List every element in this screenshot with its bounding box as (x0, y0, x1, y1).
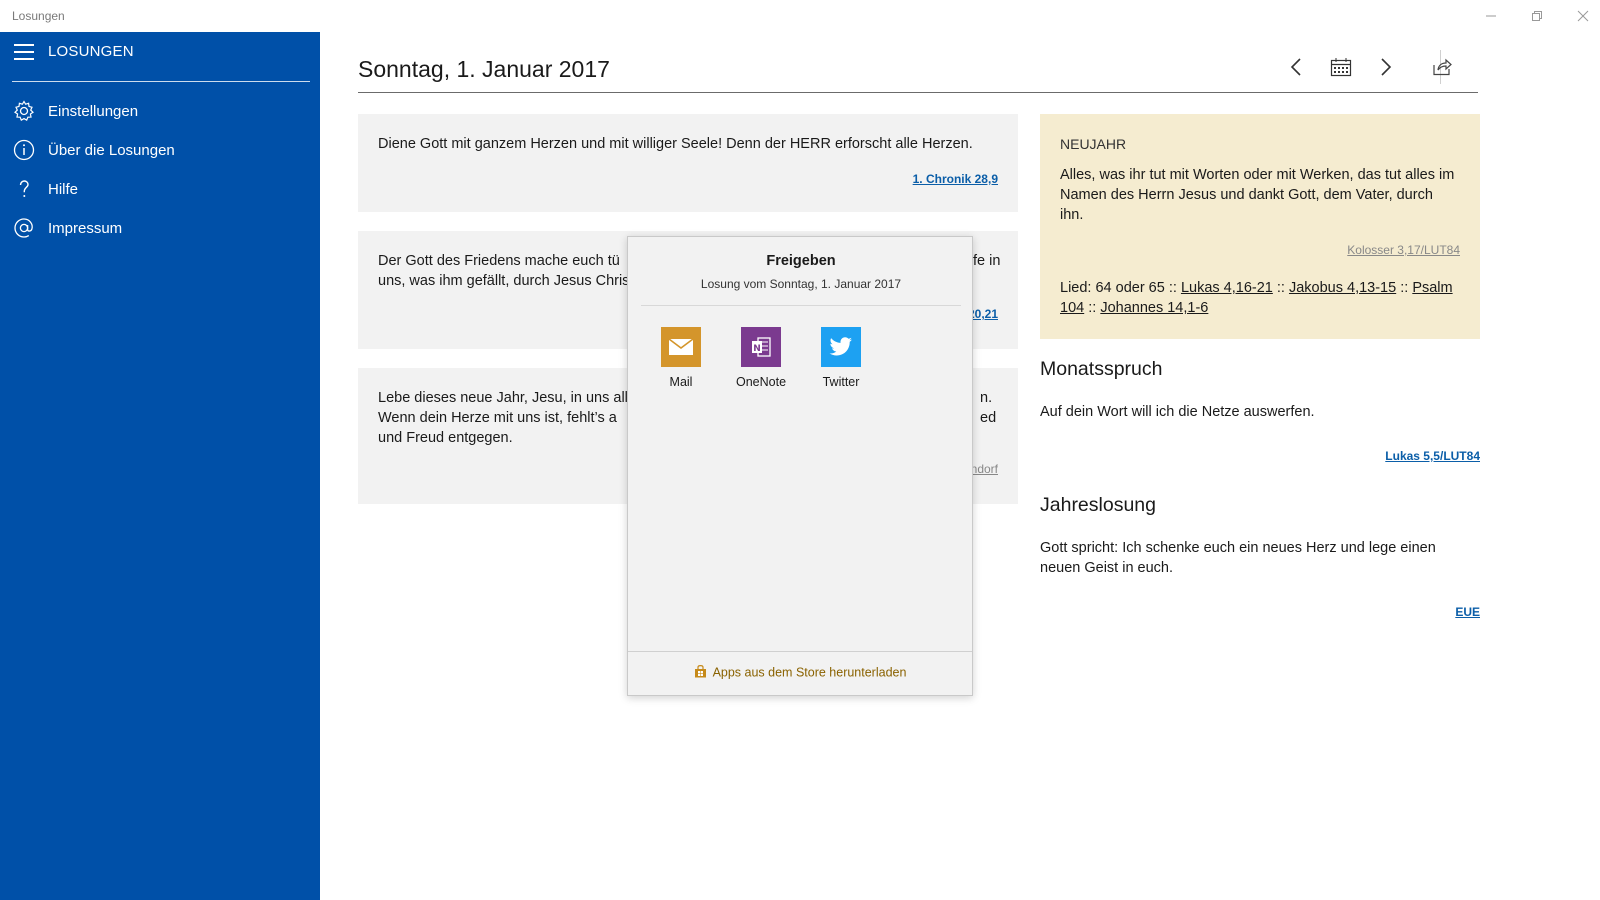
share-divider (641, 305, 961, 306)
chevron-left-icon (1290, 58, 1301, 76)
sidebar-item-ueber[interactable]: Über die Losungen (0, 133, 320, 167)
lied-link[interactable]: Johannes 14,1-6 (1100, 300, 1208, 316)
share-app-mail[interactable]: Mail (641, 327, 721, 389)
lied-link[interactable]: Lukas 4,16-21 (1181, 280, 1273, 296)
gear-icon (12, 99, 36, 123)
svg-text:N: N (753, 344, 761, 354)
panel-text: Alles, was ihr tut mit Worten oder mit W… (1060, 167, 1455, 223)
page-title: Sonntag, 1. Januar 2017 (358, 56, 610, 82)
losung-reference-link[interactable]: 1. Chronik 28,9 (913, 172, 998, 186)
info-icon (12, 138, 36, 162)
lehrtext-text-left: Der Gott des Friedens mache euch tü uns, … (378, 253, 630, 289)
restore-icon (1532, 11, 1542, 21)
close-icon (1577, 10, 1589, 22)
gebet-text-left: Lebe dieses neue Jahr, Jesu, in uns all W… (378, 390, 628, 446)
share-title: Freigeben (766, 253, 836, 269)
sidebar-item-einstellungen[interactable]: Einstellungen (0, 94, 320, 128)
sidebar-item-label: Impressum (48, 219, 123, 237)
minimize-button[interactable] (1468, 0, 1514, 32)
sidebar-item-label: Einstellungen (48, 102, 139, 120)
share-flyout: Freigeben Losung vom Sonntag, 1. Januar … (627, 236, 973, 696)
hamburger-icon[interactable] (14, 44, 34, 60)
title-bar: Losungen (0, 0, 1600, 32)
store-link[interactable]: Apps aus dem Store herunterladen (628, 664, 972, 681)
share-app-twitter[interactable]: Twitter (801, 327, 881, 389)
panel-reference-link[interactable]: Kolosser 3,17/LUT84 (1347, 243, 1460, 257)
losung-text: Diene Gott mit ganzem Herzen und mit wil… (378, 136, 973, 152)
monatsspruch-reference-link[interactable]: Lukas 5,5/LUT84 (1385, 449, 1480, 463)
gebet-text-right: n. ed (980, 390, 997, 426)
lied-link[interactable]: Jakobus 4,13-15 (1289, 280, 1396, 296)
twitter-icon (821, 327, 861, 367)
share-subtitle: Losung vom Sonntag, 1. Januar 2017 (700, 277, 902, 291)
lehrtext-text-right: fe in (973, 253, 1001, 269)
share-app-label: Mail (669, 375, 693, 389)
sidebar-divider (12, 81, 310, 82)
calendar-button[interactable] (1321, 52, 1361, 82)
sidebar-item-impressum[interactable]: Impressum (0, 211, 320, 245)
restore-button[interactable] (1514, 0, 1560, 32)
header-divider (358, 92, 1478, 93)
next-day-button[interactable] (1366, 52, 1406, 82)
close-button[interactable] (1560, 0, 1600, 32)
previous-day-button[interactable] (1276, 52, 1316, 82)
jahreslosung-title: Jahreslosung (1040, 494, 1156, 516)
jahreslosung-text: Gott spricht: Ich schenke euch ein neues… (1040, 540, 1436, 576)
share-app-label: Twitter (822, 375, 860, 389)
hamburger-menu[interactable]: LOSUNGEN (0, 32, 320, 72)
lied-line: Lied: 64 oder 65 :: Lukas 4,16-21 :: Jak… (1060, 280, 1453, 316)
sidebar-item-label: Hilfe (48, 180, 79, 198)
share-app-onenote[interactable]: N OneNote (721, 327, 801, 389)
sidebar-item-label: Über die Losungen (48, 141, 175, 159)
minimize-icon (1486, 15, 1496, 17)
sidebar-title: LOSUNGEN (48, 43, 134, 60)
calendar-icon (1330, 58, 1352, 77)
onenote-icon: N (741, 327, 781, 367)
at-icon (12, 216, 36, 240)
window-title: Losungen (12, 9, 65, 23)
store-link-label: Apps aus dem Store herunterladen (712, 665, 907, 680)
help-icon (12, 177, 36, 201)
share-footer-divider (628, 651, 972, 652)
monatsspruch-text: Auf dein Wort will ich die Netze auswerf… (1040, 404, 1315, 420)
chevron-right-icon (1381, 58, 1392, 76)
monatsspruch-title: Monatsspruch (1040, 358, 1163, 380)
mail-icon (661, 327, 701, 367)
jahreslosung-reference-link[interactable]: EUE (1455, 605, 1480, 619)
share-app-label: OneNote (735, 375, 787, 389)
losung-card: Diene Gott mit ganzem Herzen und mit wil… (358, 114, 1018, 212)
store-bag-icon (694, 664, 707, 681)
neujahr-panel: NEUJAHR Alles, was ihr tut mit Worten od… (1040, 114, 1480, 339)
sidebar: LOSUNGEN Einstellungen Über die Losungen… (0, 32, 320, 900)
share-button[interactable] (1422, 52, 1462, 82)
sidebar-item-hilfe[interactable]: Hilfe (0, 172, 320, 206)
panel-heading: NEUJAHR (1060, 136, 1127, 152)
share-icon (1433, 58, 1452, 76)
gebet-reference[interactable]: ndorf (971, 462, 998, 476)
